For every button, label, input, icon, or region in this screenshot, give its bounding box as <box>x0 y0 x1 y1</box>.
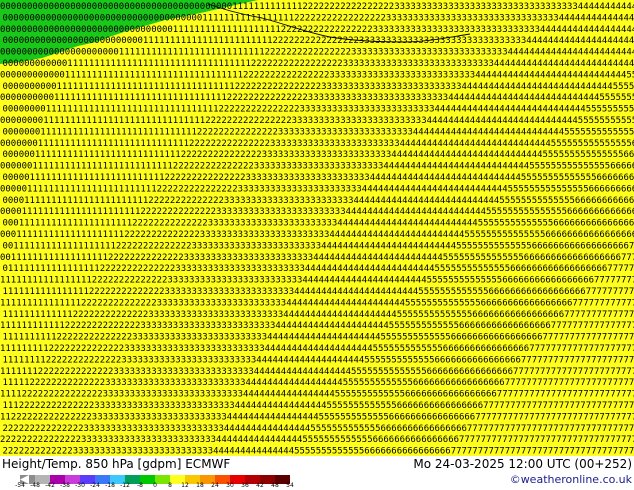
colorbar-tick-label: 54 <box>286 482 294 489</box>
colorbar-tick-label: 42 <box>256 482 264 489</box>
digit-row: 0000000111111111111111111111111111112222… <box>3 127 634 137</box>
digit-row: 0001111111111111111111122222222222222333… <box>0 230 634 240</box>
digit-row: 0000000000001111111111111111111111111111… <box>3 59 634 69</box>
digit-row: 0000111111111111111111111112222222222222… <box>3 196 634 206</box>
digit-row: 0000000111111111111111111111111111122222… <box>0 139 634 149</box>
digit-row: 0000000000000000000000000011111111111111… <box>3 36 634 46</box>
colorbar-tick-label: -24 <box>90 482 100 489</box>
colorbar-tick-label: 0 <box>153 482 157 489</box>
digit-row: 0000011111111111111111111111122222222222… <box>0 184 634 194</box>
digit-row: 1122222222222222233333333333333333333333… <box>0 412 634 422</box>
digit-row: 0000000011111111111111111111111111111122… <box>0 116 634 126</box>
digit-row: 1111111111112222222222222233333333333333… <box>0 321 634 331</box>
colorbar-tick-label: -48 <box>30 482 40 489</box>
digit-row: 0111111111111111112222222222222233333333… <box>3 264 634 274</box>
colorbar-tick-label: 18 <box>196 482 204 489</box>
colorbar-tick-label: 30 <box>226 482 234 489</box>
colorbar-tick-label: 48 <box>271 482 279 489</box>
digit-row: 1111111112222222222222233333333333333333… <box>0 344 634 354</box>
colorbar-tick-label: -12 <box>120 482 130 489</box>
digit-row: 1112222222222222233333333333333333333333… <box>3 401 634 411</box>
digit-row: 1111111111111222222222222223333333333333… <box>3 310 634 320</box>
digit-row: 0000111111111111111111111122222222222222… <box>0 207 634 217</box>
digit-row: 0001111111111111111111112222222222222233… <box>3 219 634 229</box>
colorbar <box>20 470 291 484</box>
digit-row: 1111111111111111122222222222222333333333… <box>0 276 634 286</box>
digit-row: 2222222222222223333333333333333333333333… <box>0 435 634 445</box>
colorbar-tick-label: -42 <box>45 482 55 489</box>
weather-map: 0000000000000000000000000000000000000000… <box>0 0 634 456</box>
digit-row: 1111122222222222222333333333333333333333… <box>3 378 634 388</box>
digit-row: 0000000000111111111111111111111111111111… <box>3 82 634 92</box>
digit-row: 0000000000001111111111111111111111111111… <box>0 70 634 80</box>
digit-row: 1111111122222222222222333333333333333333… <box>3 355 634 365</box>
digit-row: 0000000000000000000000000000000000000000… <box>0 2 634 12</box>
digit-row: 0000000000000000000000000000000011111111… <box>0 25 634 35</box>
colorbar-tick-label: 36 <box>241 482 249 489</box>
digit-row: 1111222222222222222333333333333333333333… <box>0 390 634 400</box>
colorbar-tick-label: -30 <box>75 482 85 489</box>
digit-row: 0011111111111111111122222222222222333333… <box>0 253 634 263</box>
digit-row: 0011111111111111111112222222222222233333… <box>3 241 634 251</box>
digit-row: 0000000000000000000000000000000000000111… <box>3 13 634 23</box>
digit-row: 2222222222222333333333333333333333333334… <box>3 447 634 456</box>
digit-row: 1111111222222222222223333333333333333333… <box>0 367 634 377</box>
colorbar-tick-labels: -54 -48 -42 -38 -30 -24 -18 -12 -8 0 8 12 18 24 30 36 42… <box>15 482 294 490</box>
colorbar-tick-label: 8 <box>168 482 172 489</box>
colorbar-tick-label: -38 <box>60 482 70 489</box>
digit-row: 2222222222222223333333333333333333333333… <box>3 424 634 434</box>
digit-row: 0000001111111111111111111111111112222222… <box>3 150 634 160</box>
digit-row: 1111111111111112222222222222233333333333… <box>0 298 634 308</box>
valid-time-label: Mo 24-03-2025 12:00 UTC (00+252) <box>413 457 632 471</box>
map-title: Height/Temp. 850 hPa [gdpm] ECMWF <box>2 457 231 471</box>
digit-row: 0000000000111111111111111111111111111111… <box>0 93 634 103</box>
map-footer: Height/Temp. 850 hPa [gdpm] ECMWF Mo 24-… <box>0 456 634 490</box>
digit-row: 0000000011111111111111111111111111111111… <box>3 105 634 115</box>
digit-row: 0000011111111111111111111111112222222222… <box>3 173 634 183</box>
credit-link[interactable]: ©weatheronline.co.uk <box>510 473 632 486</box>
colorbar-tick-label: -18 <box>105 482 115 489</box>
colorbar-tick-label: -8 <box>137 482 143 489</box>
digit-row: 1111111111111111222222222222223333333333… <box>3 287 634 297</box>
digit-row: 1111111111222222222222223333333333333333… <box>3 333 634 343</box>
digit-row: 0000000000000000000000111111111111111111… <box>0 48 634 58</box>
digit-row: 0000001111111111111111111111111122222222… <box>0 162 634 172</box>
colorbar-tick-label: 24 <box>211 482 219 489</box>
colorbar-tick-label: -54 <box>15 482 25 489</box>
colorbar-tick-label: 12 <box>181 482 189 489</box>
map-canvas: 0000000000000000000000000000000000000000… <box>0 0 634 456</box>
